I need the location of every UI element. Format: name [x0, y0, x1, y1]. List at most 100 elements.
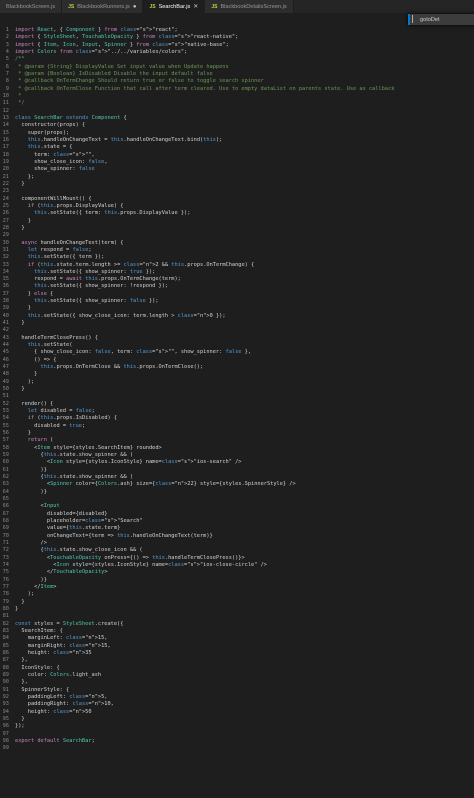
quick-open-widget: [408, 14, 474, 25]
line-number: 6: [5, 63, 9, 70]
code-line: 27 }: [0, 218, 474, 225]
tab-searchbar-js[interactable]: JS SearchBar.js ✕: [143, 0, 206, 13]
line-number: 17: [2, 144, 9, 151]
code-line: 63 <Spinner color={Colors.ash} size={cla…: [0, 481, 474, 488]
code-text: }: [15, 320, 25, 327]
line-number: 25: [2, 202, 9, 209]
code-line: 93 paddingRight: class="n">10,: [0, 701, 474, 708]
code-text: /**: [15, 56, 25, 63]
tab-blackbookscreen-js[interactable]: BlackbookScreen.js: [0, 0, 63, 13]
line-number: 48: [2, 371, 9, 378]
line-number: 61: [2, 466, 9, 473]
line-number: 27: [2, 217, 9, 224]
code-line: 52 render() {: [0, 401, 474, 408]
line-number: 15: [2, 129, 9, 136]
code-text: marginLeft: class="n">15,: [15, 635, 108, 642]
code-line: 21 };: [0, 174, 474, 181]
js-file-icon: JS: [68, 3, 75, 10]
tab-label: BlackbookDetailsScreen.js: [220, 3, 287, 10]
code-line: 96});: [0, 723, 474, 730]
code-line: 16 this.handleOnChangeText = this.handle…: [0, 137, 474, 144]
code-text: }: [15, 224, 25, 231]
line-number: 88: [2, 664, 9, 671]
line-number: 47: [2, 364, 9, 371]
code-text: <Item style={styles.SearchItem} rounded>: [15, 444, 162, 451]
code-line: 3 import { Item, Icon, Input, Spinner } f…: [0, 42, 474, 49]
code-line: 5 /**: [0, 56, 474, 63]
code-text: }: [15, 430, 31, 437]
line-number: 45: [2, 349, 9, 356]
line-number: 66: [2, 503, 9, 510]
code-line: 9 * @callback OnTermClose Function that …: [0, 86, 474, 93]
code-line: 79 }: [0, 599, 474, 606]
code-text: SearchItem: {: [15, 627, 63, 634]
line-number: 91: [2, 686, 9, 693]
code-line: 6 * @param {String} DisplayValue Set inp…: [0, 64, 474, 71]
code-editor[interactable]: 1 import React, { Component } from class=…: [0, 27, 474, 798]
code-text: { show_close_icon: false, term: class="s…: [15, 349, 252, 356]
line-number: 35: [2, 276, 9, 283]
line-number: 13: [2, 114, 9, 121]
tab-label: BlackbookRunners.js: [77, 3, 130, 10]
code-text: this.setState({ show_close_icon: term.le…: [27, 312, 226, 319]
line-number: 31: [2, 246, 9, 253]
code-line: 36 this.setState({ show_spinner: !respon…: [0, 283, 474, 290]
code-line: 80}: [0, 606, 474, 613]
code-line: 67 disabled={disabled}: [0, 511, 474, 518]
code-text: disabled = true;: [15, 422, 86, 429]
code-text: this.setState({ show_spinner: false });: [34, 298, 159, 305]
code-text: constructor(props) {: [15, 122, 86, 129]
code-text: }: [15, 386, 25, 393]
code-line: 98 export default SearchBar;: [0, 738, 474, 745]
line-number: 32: [2, 254, 9, 261]
code-text: }: [15, 180, 25, 187]
line-number: 52: [2, 400, 9, 407]
tab-blackbookrunners-js[interactable]: JS BlackbookRunners.js ●: [62, 0, 144, 13]
quick-open-input[interactable]: [410, 14, 474, 25]
code-text: }: [15, 605, 19, 612]
code-line: 11 */: [0, 100, 474, 107]
code-text: this.setState({ show_spinner: true });: [34, 268, 156, 275]
code-text: async handleOnChangeText(term) {: [21, 239, 124, 246]
line-number: 36: [2, 283, 9, 290]
code-text: <Input: [15, 503, 60, 510]
line-number: 29: [2, 232, 9, 239]
unsaved-dot-icon[interactable]: ●: [133, 4, 137, 10]
code-line: 76 )}: [0, 577, 474, 584]
code-text: () => {: [15, 356, 57, 363]
code-text: class SearchBar extends Component {: [15, 114, 127, 121]
code-line: 60 <Icon style={styles.IconStyle} name=c…: [0, 459, 474, 466]
code-line: 46 () => {: [0, 357, 474, 364]
code-text: </Item>: [15, 583, 57, 590]
tab-blackbookdetailsscreen-js[interactable]: JS BlackbookDetailsScreen.js: [205, 0, 294, 13]
line-number: 74: [2, 561, 9, 568]
code-text: *: [15, 92, 22, 99]
line-number: 92: [2, 693, 9, 700]
code-line: 33 if (this.state.term.length >= class="…: [0, 262, 474, 269]
code-line: 91 SpinnerStyle: {: [0, 687, 474, 694]
line-number: 30: [2, 239, 9, 246]
line-number: 73: [2, 554, 9, 561]
code-text: },: [15, 657, 28, 664]
code-line: 19 show_close_icon: false,: [0, 159, 474, 166]
code-text: },: [15, 679, 28, 686]
code-text: * @param {String} DisplayValue Set input…: [15, 63, 229, 70]
line-number: 8: [5, 78, 9, 85]
line-number: 67: [2, 510, 9, 517]
code-text: let respond = false;: [27, 246, 92, 253]
line-number: 79: [2, 598, 9, 605]
close-icon[interactable]: ✕: [193, 3, 198, 10]
line-number: 16: [2, 136, 9, 143]
code-text: import { Item, Icon, Input, Spinner } fr…: [15, 41, 229, 48]
code-line: 66 <Input: [0, 503, 474, 510]
code-line: 20 show_spinner: false: [0, 166, 474, 173]
line-number: 34: [2, 268, 9, 275]
code-line: 38 this.setState({ show_spinner: false }…: [0, 298, 474, 305]
code-text: height: class="n">35: [15, 649, 92, 656]
line-number: 40: [2, 312, 9, 319]
code-line: 39 }: [0, 305, 474, 312]
line-number: 75: [2, 569, 9, 576]
code-line: 97: [0, 731, 474, 738]
code-line: 4 import Colors from class="s">"../../var…: [0, 49, 474, 56]
code-line: 47 this.props.OnTermClose && this.props.…: [0, 364, 474, 371]
